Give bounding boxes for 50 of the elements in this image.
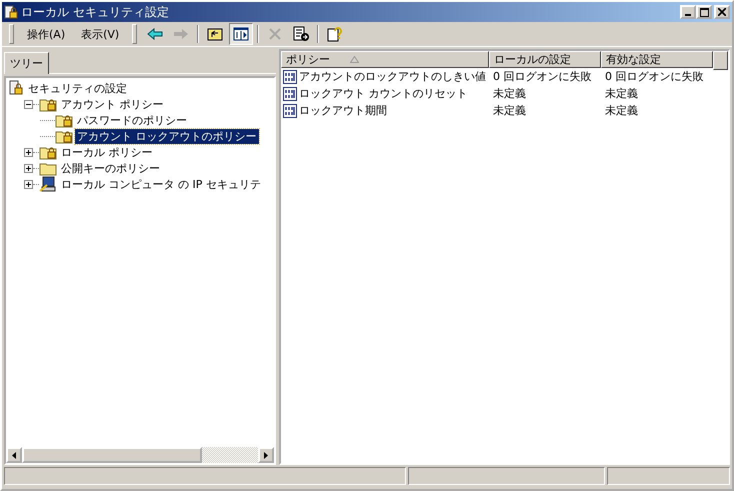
- menu-item[interactable]: 操作(A): [20, 24, 72, 44]
- left-arrow-icon: [147, 26, 164, 42]
- minimize-button[interactable]: [680, 5, 696, 19]
- table-cell: 未定義: [605, 103, 638, 118]
- lock-document-icon: [8, 80, 24, 96]
- document-arrow-icon: [293, 26, 310, 42]
- horizontal-scrollbar[interactable]: [6, 447, 274, 463]
- scroll-right-icon[interactable]: [264, 452, 268, 458]
- menu-item[interactable]: 表示(V): [74, 24, 126, 44]
- collapse-button[interactable]: [24, 100, 33, 108]
- table-cell: ロックアウト期間: [299, 103, 387, 118]
- close-icon: [718, 8, 726, 16]
- panel-icon: [233, 26, 250, 42]
- column-header[interactable]: ポリシー: [281, 51, 489, 68]
- tree-tab[interactable]: ツリー: [4, 52, 49, 74]
- close-button[interactable]: [714, 5, 730, 19]
- expand-button[interactable]: [24, 148, 33, 156]
- table-cell: ロックアウト カウントのリセット: [299, 86, 468, 101]
- policy-icon: [283, 104, 297, 118]
- table-cell: 未定義: [493, 86, 526, 101]
- help-icon: [327, 26, 344, 42]
- table-cell: アカウントのロックアウトのしきい値: [299, 69, 486, 84]
- scroll-left-icon[interactable]: [12, 452, 16, 458]
- expand-button[interactable]: [24, 164, 33, 172]
- delete-icon: [267, 26, 284, 42]
- up-folder-icon: [207, 26, 224, 42]
- tree-item[interactable]: パスワードのポリシー: [75, 112, 189, 128]
- tree-item[interactable]: ローカル ポリシー: [59, 144, 154, 160]
- column-header[interactable]: ローカルの設定: [489, 51, 601, 68]
- tree-item[interactable]: アカウント ポリシー: [59, 96, 166, 112]
- right-arrow-icon: [173, 26, 190, 42]
- column-header[interactable]: 有効な設定: [601, 51, 713, 68]
- maximize-icon: [700, 8, 708, 16]
- tree-item[interactable]: アカウント ロックアウトのポリシー: [75, 128, 258, 144]
- show-tree-button[interactable]: [229, 23, 254, 45]
- window-title: ローカル セキュリティ設定: [21, 4, 170, 20]
- tree-item[interactable]: セキュリティの設定: [26, 80, 129, 96]
- table-cell: 0 回ログオンに失敗: [605, 69, 704, 84]
- tree-item[interactable]: ローカル コンピュータ の IP セキュリテ: [59, 176, 263, 192]
- expand-button[interactable]: [24, 180, 33, 188]
- table-cell: 未定義: [605, 86, 638, 101]
- table-cell: 0 回ログオンに失敗: [493, 69, 592, 84]
- computer-icon: [39, 176, 57, 192]
- policy-icon: [283, 70, 297, 84]
- sort-ascending-icon: [350, 56, 359, 63]
- policy-icon: [283, 86, 297, 100]
- tree-item[interactable]: 公開キーのポリシー: [59, 160, 162, 176]
- table-cell: 未定義: [493, 103, 526, 118]
- maximize-button[interactable]: [696, 5, 712, 19]
- lock-icon: [4, 5, 18, 19]
